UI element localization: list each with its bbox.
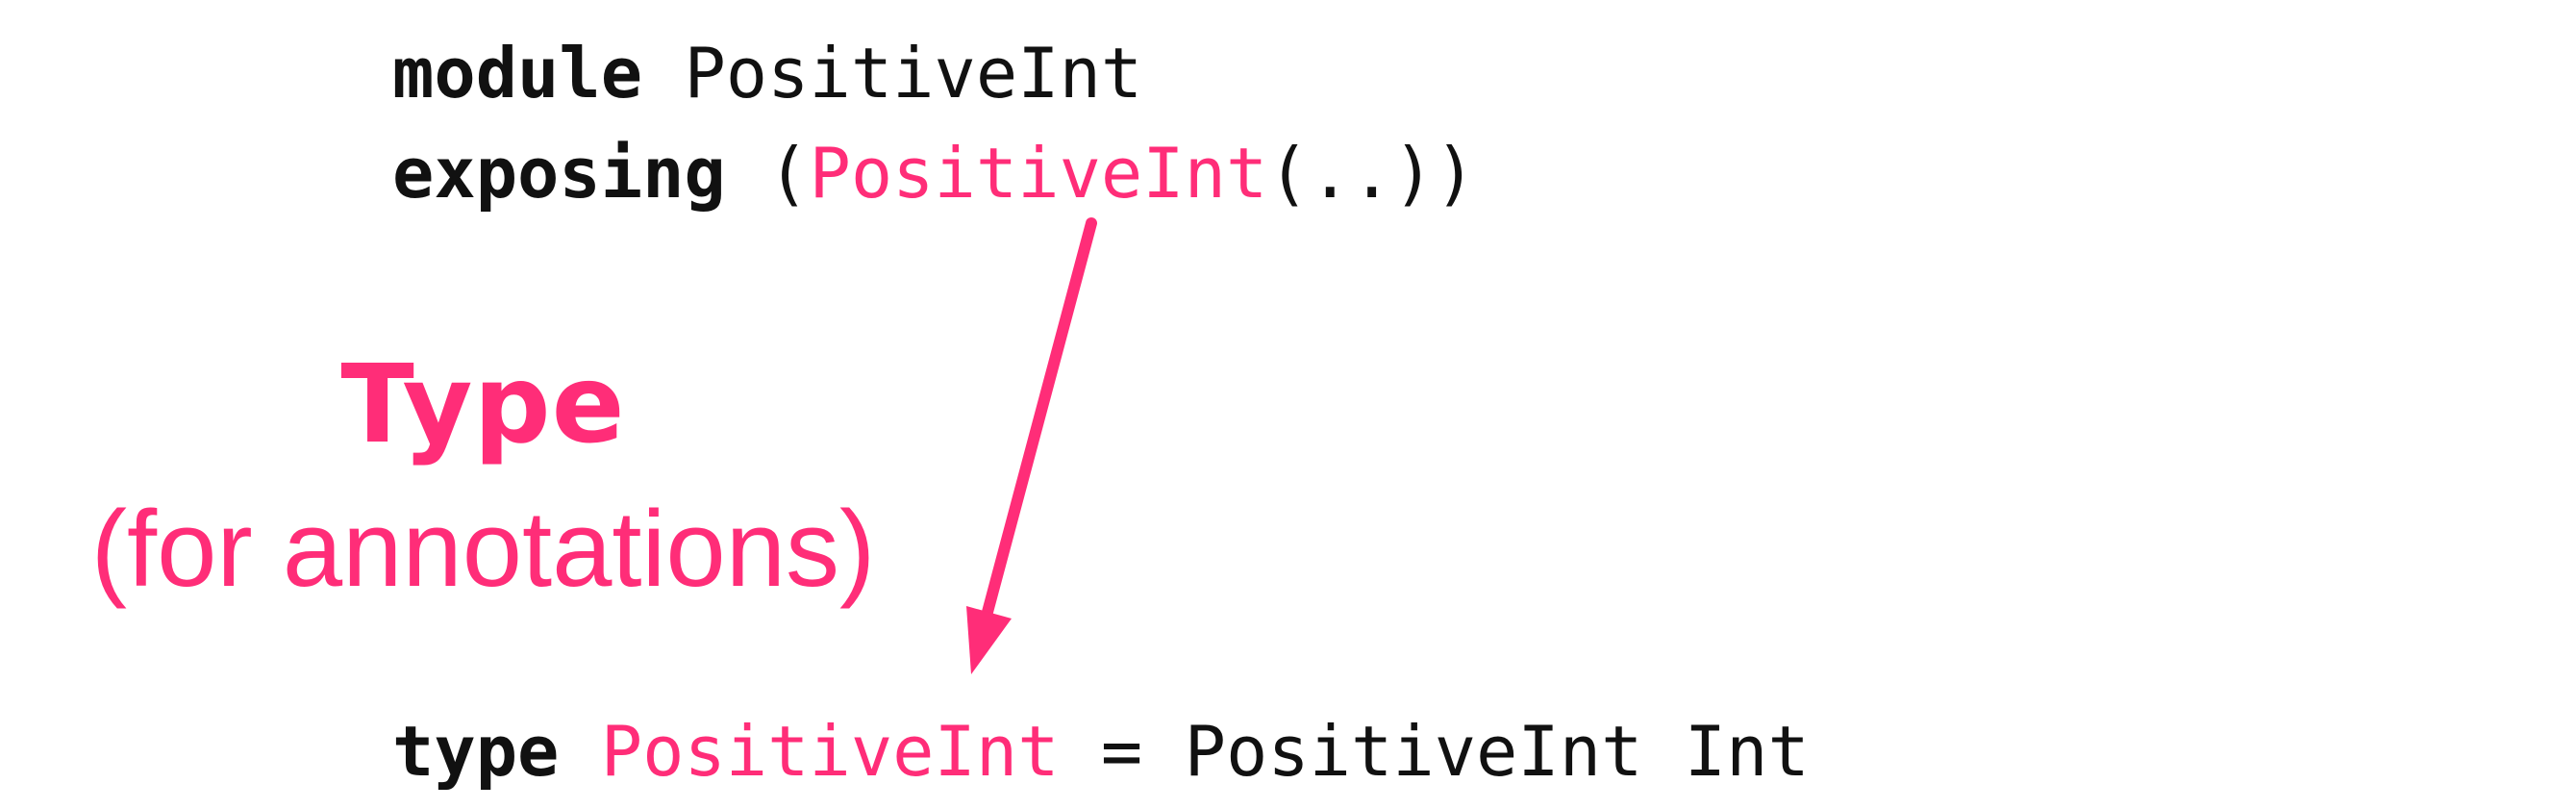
keyword-type: type — [392, 711, 560, 792]
callout-subtitle: (for annotations) — [90, 489, 876, 609]
exposed-type-name: PositiveInt — [809, 133, 1268, 214]
keyword-exposing: exposing — [392, 133, 726, 214]
exposing-open-paren: ( — [725, 133, 810, 214]
declared-type-name: PositiveInt — [600, 711, 1060, 792]
type-space — [559, 711, 600, 792]
keyword-module: module — [392, 33, 643, 114]
exposing-constructors: (..)) — [1267, 133, 1477, 214]
arrow-shaft — [981, 217, 1097, 621]
arrow-head — [966, 606, 1012, 674]
code-line-type-declaration: type PositiveInt = PositiveInt Int — [392, 717, 1810, 786]
code-line-exposing: exposing (PositiveInt(..)) — [392, 139, 1476, 208]
type-definition: = PositiveInt Int — [1059, 711, 1810, 792]
callout-title: Type — [340, 342, 626, 468]
code-line-module: module PositiveInt — [392, 38, 1142, 108]
module-name: PositiveInt — [642, 33, 1143, 114]
